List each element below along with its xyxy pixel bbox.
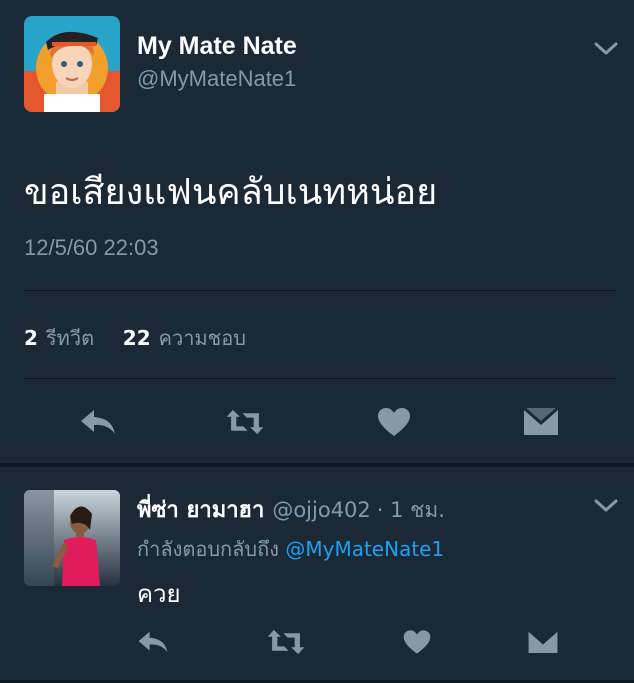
tweet-stats: 2 รีทวีต 22 ความชอบ xyxy=(24,322,246,354)
divider xyxy=(24,290,616,291)
reply-author-display-name[interactable]: พี่ซ่า ยามาฮา xyxy=(137,498,264,523)
tweet-timestamp: 12/5/60 22:03 xyxy=(24,235,159,260)
message-icon[interactable] xyxy=(521,404,561,440)
chevron-down-icon[interactable] xyxy=(593,41,619,57)
replying-to-mention[interactable]: @MyMateNate1 xyxy=(285,537,444,561)
retweet-icon[interactable] xyxy=(266,624,306,660)
reply-author-handle[interactable]: @ojjo402 xyxy=(272,498,370,522)
retweet-label: รีทวีต xyxy=(45,326,95,350)
section-separator xyxy=(0,463,634,467)
author-display-name[interactable]: My Mate Nate xyxy=(137,32,297,61)
heart-icon[interactable] xyxy=(374,404,414,440)
reply-icon[interactable] xyxy=(78,404,118,440)
like-stat[interactable]: 22 ความชอบ xyxy=(123,326,246,350)
reply-author-line: พี่ซ่า ยามาฮา @ojjo402 · 1 ชม. xyxy=(137,492,445,527)
retweet-count: 2 xyxy=(24,326,38,350)
reply-time: · 1 ชม. xyxy=(376,498,445,522)
reply-author-avatar[interactable] xyxy=(24,490,120,586)
author-handle[interactable]: @MyMateNate1 xyxy=(137,66,296,92)
chevron-down-icon[interactable] xyxy=(593,498,619,514)
divider xyxy=(24,378,616,379)
replying-to: กำลังตอบกลับถึง @MyMateNate1 xyxy=(137,533,444,565)
reply-text: ควย xyxy=(137,580,181,608)
author-avatar[interactable] xyxy=(24,16,120,112)
like-label: ความชอบ xyxy=(158,326,246,350)
like-count: 22 xyxy=(122,326,151,350)
retweet-icon[interactable] xyxy=(225,404,265,440)
reply-icon[interactable] xyxy=(133,624,173,660)
replying-to-label: กำลังตอบกลับถึง xyxy=(137,537,279,561)
retweet-stat[interactable]: 2 รีทวีต xyxy=(24,326,94,350)
message-icon[interactable] xyxy=(523,624,563,660)
tweet-text: ขอเสียงแฟนคลับเนทหน่อย xyxy=(24,172,438,213)
heart-icon[interactable] xyxy=(397,624,437,660)
